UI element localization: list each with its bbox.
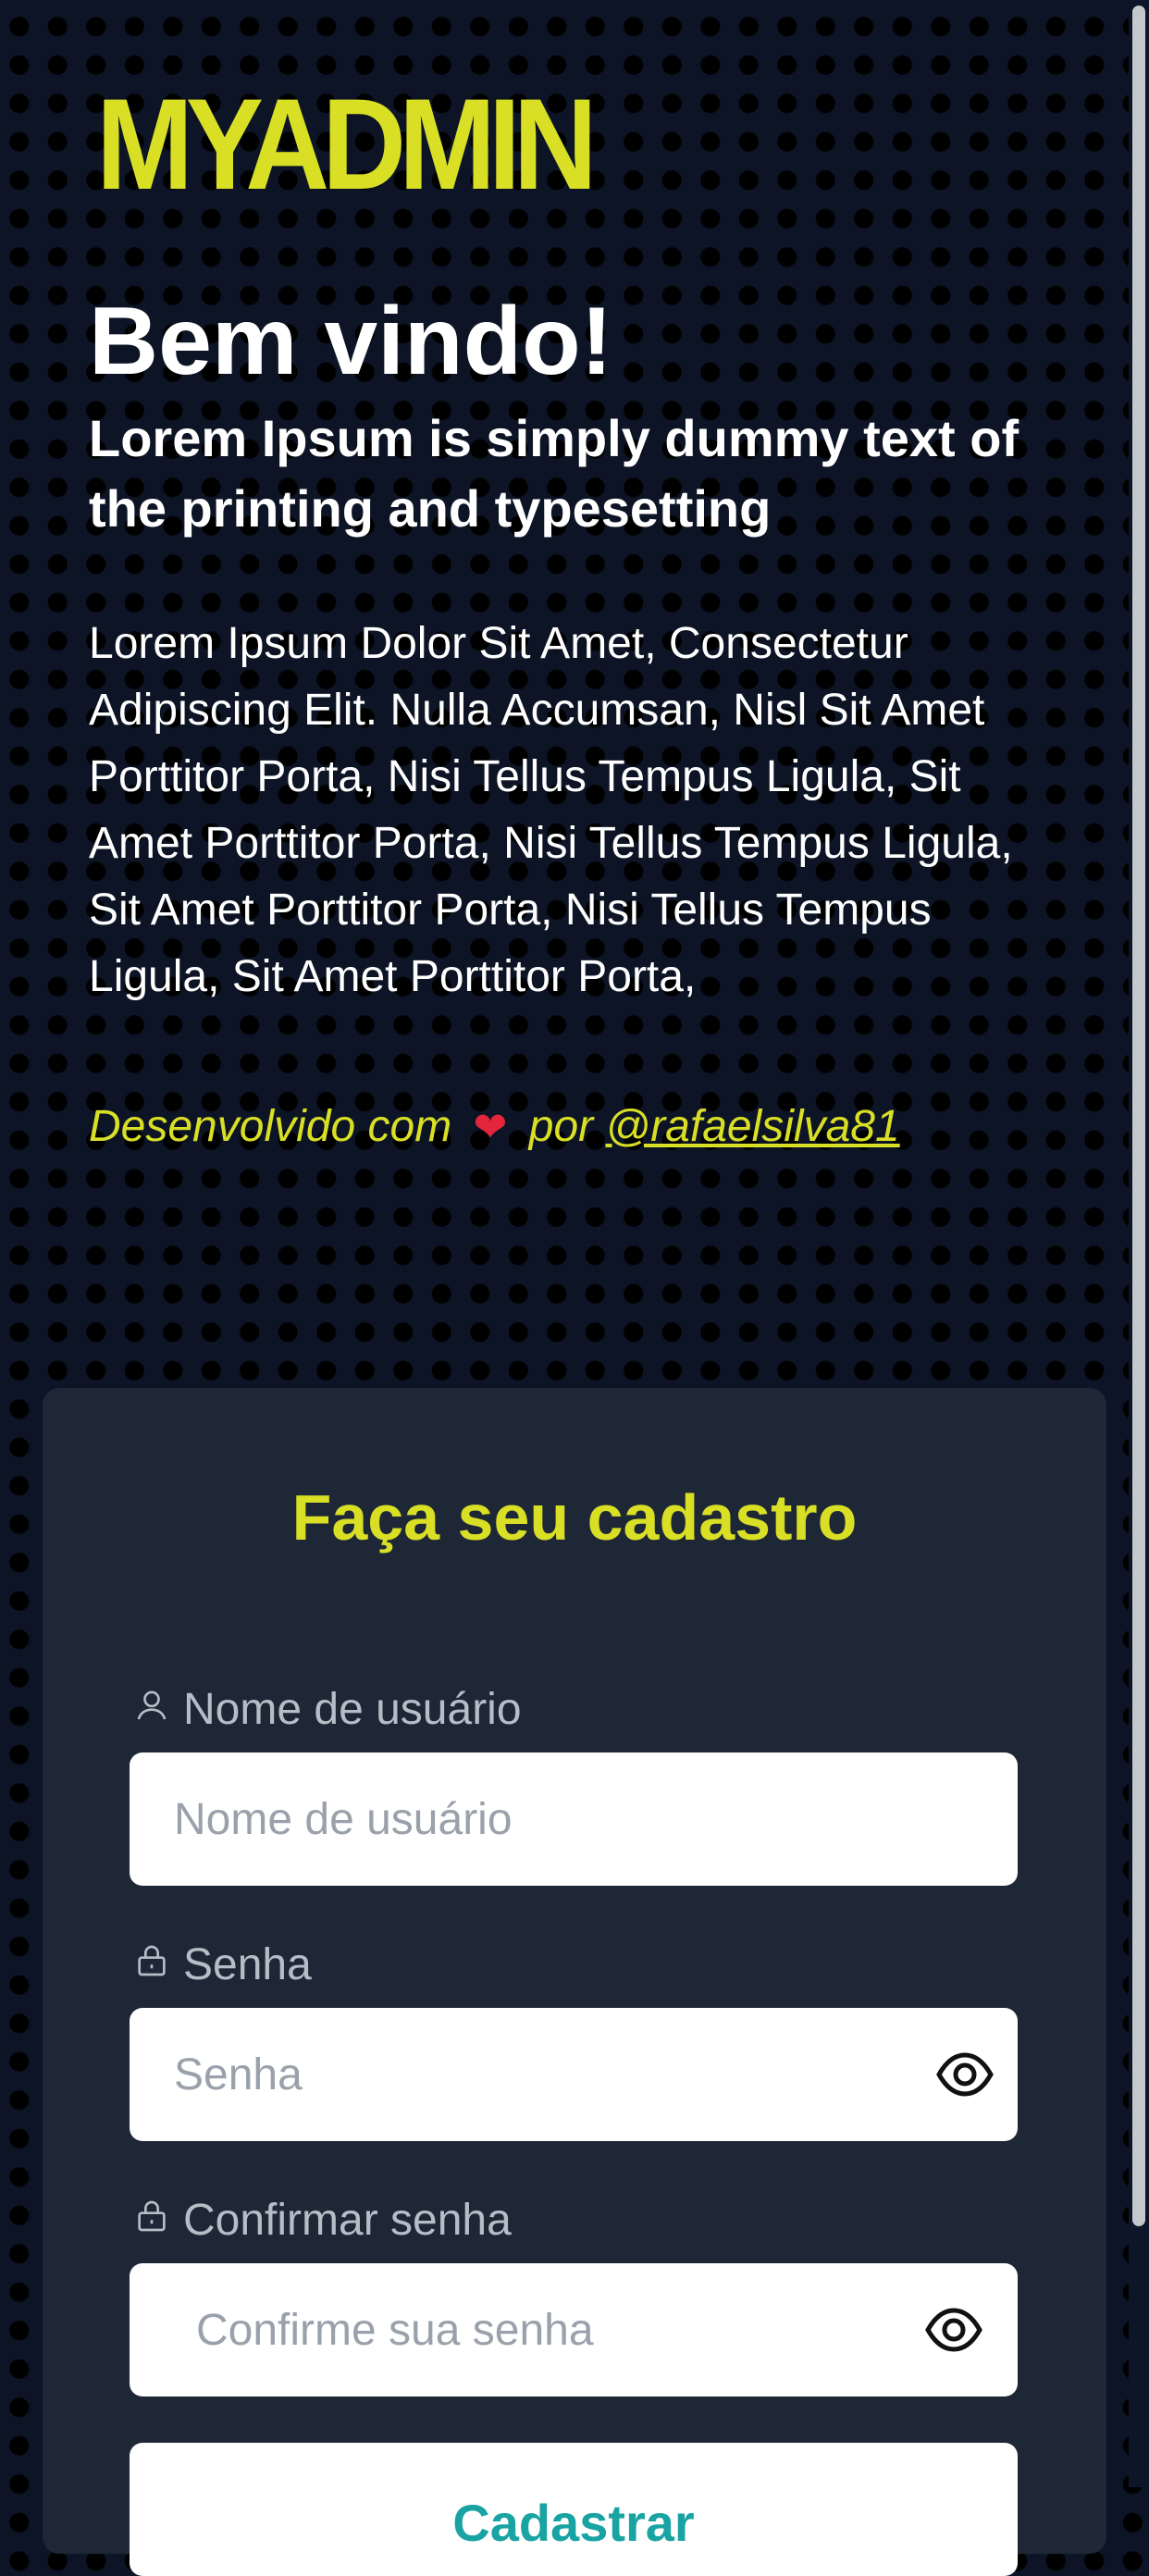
brand-logo: MYADMIN [96,71,598,217]
page-scrollbar[interactable] [1129,0,1149,2487]
username-label-text: Nome de usuário [183,1685,522,1734]
hero-description: Lorem Ipsum Dolor Sit Amet, Consectetur … [89,619,1013,1001]
username-field[interactable] [130,1752,1018,1886]
confirm-password-input[interactable] [196,2263,936,2396]
heart-icon: ❤ [473,1105,508,1150]
eye-icon[interactable] [936,2050,994,2099]
lock-icon [133,2195,170,2246]
credits-line: Desenvolvido com ❤ por @rafaelsilva81 [89,1101,900,1152]
signup-card: Faça seu cadastro Nome de usuário Senha [43,1388,1106,2576]
signup-title: Faça seu cadastro [291,1481,858,1554]
password-label-text: Senha [183,1940,312,1989]
author-link[interactable]: @rafaelsilva81 [605,1102,899,1151]
password-field[interactable] [130,2008,1018,2141]
hero-subtitle: Lorem Ipsum is simply dummy text of the … [89,409,1019,538]
password-label: Senha [133,1939,312,1990]
confirm-password-field[interactable] [130,2263,1018,2396]
username-input[interactable] [174,1752,914,1886]
confirm-password-label-text: Confirmar senha [183,2196,512,2245]
welcome-title: Bem vindo! [89,288,613,395]
confirm-password-label: Confirmar senha [133,2195,512,2246]
password-input[interactable] [174,2008,914,2141]
username-label: Nome de usuário [133,1684,522,1735]
user-icon [133,1684,170,1735]
lock-icon [133,1939,170,1990]
credits-prefix: Desenvolvido com [89,1102,452,1151]
eye-icon[interactable] [925,2306,982,2354]
credits-by: por [528,1102,594,1151]
submit-button[interactable]: Cadastrar [130,2443,1018,2576]
scrollbar-thumb[interactable] [1132,6,1145,2226]
